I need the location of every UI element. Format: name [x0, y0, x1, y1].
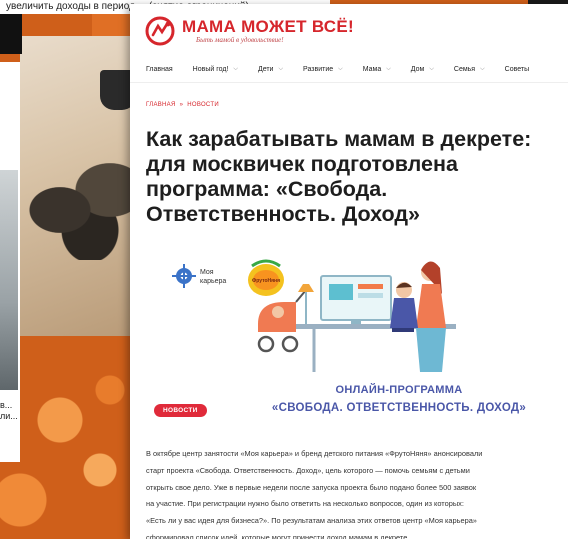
article-body: В октябре центр занятости «Моя карьера» …: [146, 446, 566, 539]
background-cat-photo: [20, 150, 140, 260]
nav-item-label: Главная: [146, 65, 173, 73]
chevron-down-icon: ⌵: [386, 65, 391, 72]
background-orange-block: [92, 14, 132, 36]
background-left-photo: [0, 170, 18, 390]
chevron-down-icon: ⌵: [338, 65, 343, 72]
article-body-line: сформировал список идей, которые могут п…: [146, 532, 410, 539]
woman-figure-icon: [416, 261, 446, 372]
article-body-line: В октябре центр занятости «Моя карьера» …: [146, 449, 483, 458]
stroller-icon: [257, 289, 307, 353]
nav-item-family[interactable]: Семья ⌵: [454, 66, 485, 73]
background-left-snippet: в... ли...: [0, 400, 18, 421]
article-body-line: старт проекта «Свобода. Ответственность.…: [146, 465, 470, 475]
nav-item-kids[interactable]: Дети ⌵: [258, 66, 283, 73]
partner-logo-line2: карьера: [200, 278, 226, 285]
nav-item-development[interactable]: Развитие ⌵: [303, 66, 343, 73]
nav-item-home[interactable]: Главная: [146, 66, 173, 73]
breadcrumb-home[interactable]: ГЛАВНАЯ: [146, 102, 176, 108]
nav-item-label: Советы: [504, 65, 530, 73]
logo-icon[interactable]: [144, 15, 176, 47]
nav-divider: [130, 82, 568, 83]
brand-logo-text: ФрутоНяня: [252, 278, 280, 284]
nav-item-mom[interactable]: Мама ⌵: [363, 66, 391, 73]
site-tagline: Быть мамой в удовольствие!: [196, 35, 284, 44]
nav-item-label: Семья: [453, 65, 476, 73]
main-nav: Главная Новый год! ⌵ Дети ⌵ Развитие ⌵ М…: [146, 62, 568, 76]
nav-item-label: Развитие: [303, 65, 334, 73]
partner-logo-line1: Моя: [200, 269, 214, 276]
nav-item-home-life[interactable]: Дом ⌵: [411, 66, 434, 73]
moya-karera-logo-icon: [172, 264, 196, 288]
article-card: МАМА МОЖЕТ ВСЁ! Быть мамой в удовольстви…: [130, 4, 568, 539]
breadcrumb: ГЛАВНАЯ » НОВОСТИ: [146, 102, 219, 108]
site-title[interactable]: МАМА МОЖЕТ ВСЁ!: [182, 17, 354, 36]
category-badge[interactable]: НОВОСТИ: [154, 404, 207, 417]
nav-item-new-year[interactable]: Новый год! ⌵: [193, 66, 238, 73]
nav-item-label: Дом: [410, 65, 425, 73]
breadcrumb-section[interactable]: НОВОСТИ: [187, 102, 219, 108]
article-headline: Как зарабатывать мамам в декрете: для мо…: [146, 127, 532, 226]
site-header[interactable]: МАМА МОЖЕТ ВСЁ! Быть мамой в удовольстви…: [144, 12, 354, 50]
promo-title-line2: «СВОБОДА. ОТВЕТСТВЕННОСТЬ. ДОХОД»: [271, 402, 527, 414]
nav-item-label: Мама: [362, 65, 382, 73]
site-branding: МАМА МОЖЕТ ВСЁ! Быть мамой в удовольстви…: [182, 17, 354, 45]
chevron-down-icon: ⌵: [233, 65, 238, 72]
nav-item-label: Новый год!: [192, 65, 229, 73]
article-body-line: открыть свое дело. Уже в первые недели п…: [146, 482, 477, 492]
nav-item-label: Дети: [257, 65, 274, 73]
promo-title-line1: ОНЛАЙН-ПРОГРАММА: [335, 384, 463, 396]
chevron-down-icon: ⌵: [429, 65, 434, 72]
breadcrumb-separator: »: [179, 102, 184, 108]
chevron-down-icon: ⌵: [278, 65, 284, 72]
chevron-down-icon: ⌵: [480, 65, 485, 72]
article-body-line: «Есть ли у вас идея для бизнеса?». По ре…: [146, 516, 477, 526]
article-body-line: на участие. При регистрации нужно было о…: [146, 499, 464, 509]
background-dark-strip: [0, 14, 22, 54]
nav-item-tips[interactable]: Советы: [505, 66, 530, 73]
man-figure-icon: [390, 282, 418, 332]
